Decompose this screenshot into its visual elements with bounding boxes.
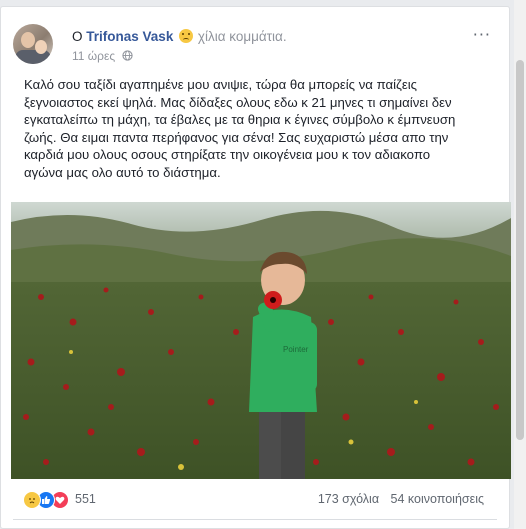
- shirt-text: Pointer: [283, 345, 309, 354]
- post-card: Ο Trifonas Vask χίλια κομμάτια. 11 ώρες …: [0, 6, 511, 529]
- post-timestamp[interactable]: 11 ώρες: [72, 49, 115, 63]
- engagement-counts: 173 σχόλια 54 κοινοποιήσεις: [318, 492, 484, 506]
- author-name-link[interactable]: Trifonas Vask: [86, 29, 173, 44]
- shares-count-link[interactable]: 54 κοινοποιήσεις: [391, 492, 484, 506]
- sad-emoji-icon: [179, 29, 194, 43]
- globe-icon[interactable]: [122, 50, 134, 61]
- post-text-line: ζωής. Θα ειμαι παντα περήφανος για σένα!…: [24, 129, 449, 145]
- page-scrollbar[interactable]: [514, 0, 526, 529]
- author-prefix: Ο: [72, 29, 83, 44]
- post-text-line: αγώνα μας ολο αυτό το διάστημα.: [24, 164, 221, 180]
- feeling-text: χίλια κομμάτια.: [197, 29, 287, 44]
- comments-count-link[interactable]: 173 σχόλια: [318, 492, 379, 506]
- child-holding-poppy-photo: Pointer: [11, 202, 511, 479]
- sad-reaction-icon[interactable]: [23, 491, 41, 509]
- post-body-text: Καλό σου ταξίδι αγαπημένε μου ανιψιε, τώ…: [24, 76, 494, 182]
- reactions-bar: 551 173 σχόλια 54 κοινοποιήσεις: [23, 491, 484, 511]
- post-text-line: ξεγνοιαστος εκεί ψηλά. Μας δίδαξες ολους…: [24, 94, 452, 110]
- post-header-line: Ο Trifonas Vask χίλια κομμάτια.: [72, 28, 287, 46]
- post-photo[interactable]: Pointer: [11, 202, 511, 479]
- reaction-count[interactable]: 551: [75, 492, 96, 506]
- post-text-line: Καλό σου ταξίδι αγαπημένε μου ανιψιε, τώ…: [24, 77, 418, 92]
- scrollbar-thumb[interactable]: [516, 60, 524, 440]
- action-divider: [13, 519, 497, 520]
- post-text-line: εγκαταλείπω τη μάχη, τα έβαλες με τα θηρ…: [24, 112, 456, 128]
- post-text-line: καρδιά μου ολους οσους στηρίξατε την οικ…: [24, 147, 431, 163]
- author-avatar[interactable]: [13, 24, 53, 64]
- post-meta: 11 ώρες: [72, 49, 134, 63]
- more-options-icon[interactable]: ···: [473, 27, 491, 43]
